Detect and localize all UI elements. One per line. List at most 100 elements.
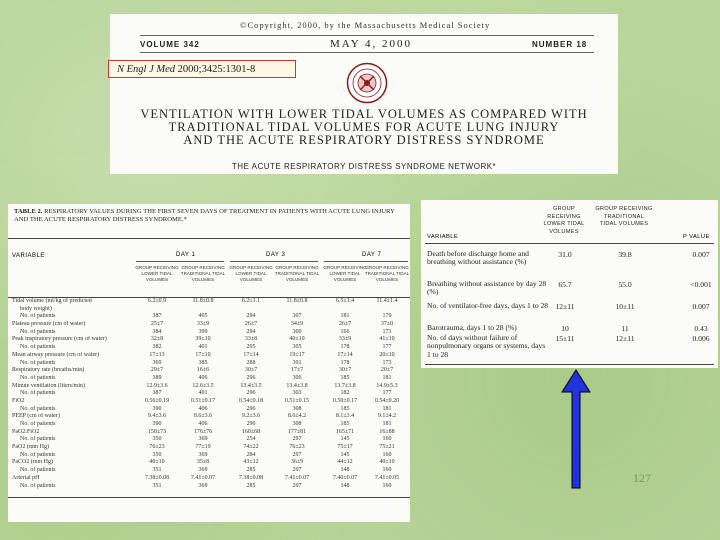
table-cell: 294 (246, 313, 256, 320)
table-cell: 296 (246, 390, 256, 397)
table-cell: 387 (152, 390, 162, 397)
group-header: GROUP RECEIVING TRADITIONAL TIDAL VOLUME… (364, 265, 410, 282)
group-header: GROUP RECEIVING TRADITIONAL TIDAL VOLUME… (180, 265, 226, 282)
table-cell: 178 (340, 344, 350, 351)
table-cell: 17±13 (149, 351, 165, 358)
table-cell: 14.9±5.3 (376, 382, 398, 389)
table-row: No. of patients 390 406 296 308 185 181 (8, 421, 410, 429)
table-header: VARIABLE DAY 1 DAY 3 DAY 7 GROUP RECEIVI… (8, 238, 410, 298)
table-cell: 177 (382, 344, 392, 351)
value-p: 0.006 (692, 334, 710, 343)
table-cell: 406 (198, 374, 208, 381)
table-cell: 20±10 (379, 351, 395, 358)
table-cell: 284 (246, 451, 256, 458)
table-cell: 369 (152, 359, 162, 366)
table-cell: 181 (340, 313, 350, 320)
table-cell: 254 (246, 436, 256, 443)
table-cell: 308 (292, 405, 302, 412)
divider (230, 261, 318, 262)
divider (425, 364, 714, 365)
table-cell: 11.8±0.8 (286, 298, 308, 304)
up-arrow-icon (561, 369, 591, 489)
table-cell: 296 (246, 374, 256, 381)
table-cell: 303 (292, 390, 302, 397)
row-label: PaO2:FiO2 (12, 428, 40, 435)
table-cell: 390 (152, 405, 162, 412)
table-cell: 301 (292, 359, 302, 366)
value-p: 0.007 (692, 250, 710, 259)
table-cell: 306 (292, 374, 302, 381)
value-lower: 12±11 (555, 302, 575, 311)
table-row: No. of patients 351 369 285 297 148 160 (8, 483, 410, 491)
group-header: GROUP RECEIVING TRADITIONAL TIDAL VOLUME… (274, 265, 320, 282)
table-cell: 77±19 (195, 444, 211, 451)
author-network: THE ACUTE RESPIRATORY DISTRESS SYNDROME … (231, 162, 497, 171)
column-header-traditional: GROUP RECEIVING TRADITIONAL TIDAL VOLUME… (595, 206, 653, 227)
table-row: Tidal volume (ml/kg of predicted 6.2±0.9 1… (8, 298, 410, 306)
value-p: <0.001 (690, 280, 712, 289)
table-cell: 8.6±3.6 (193, 413, 213, 420)
value-lower: 15±11 (555, 334, 575, 343)
table-cell: 40±10 (289, 336, 305, 343)
issue-date: MAY 4, 2000 (330, 38, 413, 50)
row-label: Death before discharge home and breathin… (427, 249, 529, 267)
table-cell: 44±12 (337, 459, 353, 466)
row-label: Mean airway pressure (cm of water) (12, 351, 100, 358)
table-cell: 6.2±1.1 (241, 298, 261, 304)
table-cell: 34±9 (290, 321, 304, 328)
table-cell: 19±17 (289, 351, 305, 358)
table-cell: 148 (340, 482, 350, 489)
article-header-image: ©Copyright, 2000, by the Massachusetts M… (108, 14, 618, 174)
table-cell: 176±76 (193, 428, 213, 435)
table-cell: 369 (198, 451, 208, 458)
table-cell: 160 (382, 482, 392, 489)
table-cell: 41±10 (379, 336, 395, 343)
divider (425, 243, 714, 244)
table-cell: 0.51±0.17 (190, 397, 216, 404)
column-header-day: DAY 3 (266, 252, 286, 258)
row-label: PEEP (cm of water) (12, 413, 60, 420)
table-row: Peak inspiratory pressure (cm of water) 3… (8, 336, 410, 344)
divider (140, 35, 594, 36)
table-cell: 0.50±0.17 (332, 397, 358, 404)
table-row: PaO2:FiO2 158±73 176±76 160±68 177±81 165±71 1… (8, 429, 410, 437)
citation-box: N Engl J Med 2000;3425:1301-8 (108, 60, 296, 78)
table-cell: 294 (246, 328, 256, 335)
table-cell: 297 (292, 451, 302, 458)
table-cell: 401 (198, 390, 208, 397)
table-row: No. of patients 351 369 285 297 148 160 (8, 467, 410, 475)
table-body: Tidal volume (ml/kg of predicted 6.2±0.9 1… (8, 298, 410, 490)
table-row: body weight) (8, 306, 410, 314)
respiratory-values-table: TABLE 2. RESPIRATORY VALUES DURING THE F… (8, 204, 410, 522)
table-cell: 148 (340, 467, 350, 474)
table-cell: 39±10 (195, 336, 211, 343)
table-cell: 406 (198, 421, 208, 427)
table-cell: 185 (340, 405, 350, 412)
value-p: 0.007 (692, 302, 710, 311)
column-header-p-value: P VALUE (683, 234, 710, 240)
table-caption: TABLE 2. RESPIRATORY VALUES DURING THE F… (14, 208, 404, 224)
table-cell: 9.2±3.6 (241, 413, 261, 420)
table-cell: 297 (292, 467, 302, 474)
value-lower: 65.7 (558, 280, 572, 289)
table-cell: 165±71 (335, 428, 355, 435)
table-cell: 182 (340, 390, 350, 397)
table-cell: 181 (382, 421, 392, 427)
citation-journal: N Engl J Med (117, 64, 176, 75)
table-cell: 17±14 (243, 351, 259, 358)
table-cell: 288 (246, 359, 256, 366)
table-cell: 296 (246, 421, 256, 427)
table-cell: 181 (382, 405, 392, 412)
table-cell: 166 (340, 328, 350, 335)
table-row: Plateau pressure (cm of water) 25±7 33±9 26… (8, 321, 410, 329)
table-cell: 369 (198, 436, 208, 443)
table-cell: 7.38±0.08 (144, 474, 170, 481)
table-cell: 7.41±0.07 (284, 474, 310, 481)
value-traditional: 12±11 (615, 334, 635, 343)
table-cell: 36±9 (290, 459, 304, 466)
title-line: AND THE ACUTE RESPIRATORY DISTRESS SYNDR… (183, 133, 545, 147)
row-label: No. of ventilator-free days, days 1 to 2… (427, 301, 549, 310)
table-cell: 43±12 (243, 459, 259, 466)
group-header: GROUP RECEIVING LOWER TIDAL VOLUMES (229, 265, 273, 282)
table-cell: 296 (246, 405, 256, 412)
